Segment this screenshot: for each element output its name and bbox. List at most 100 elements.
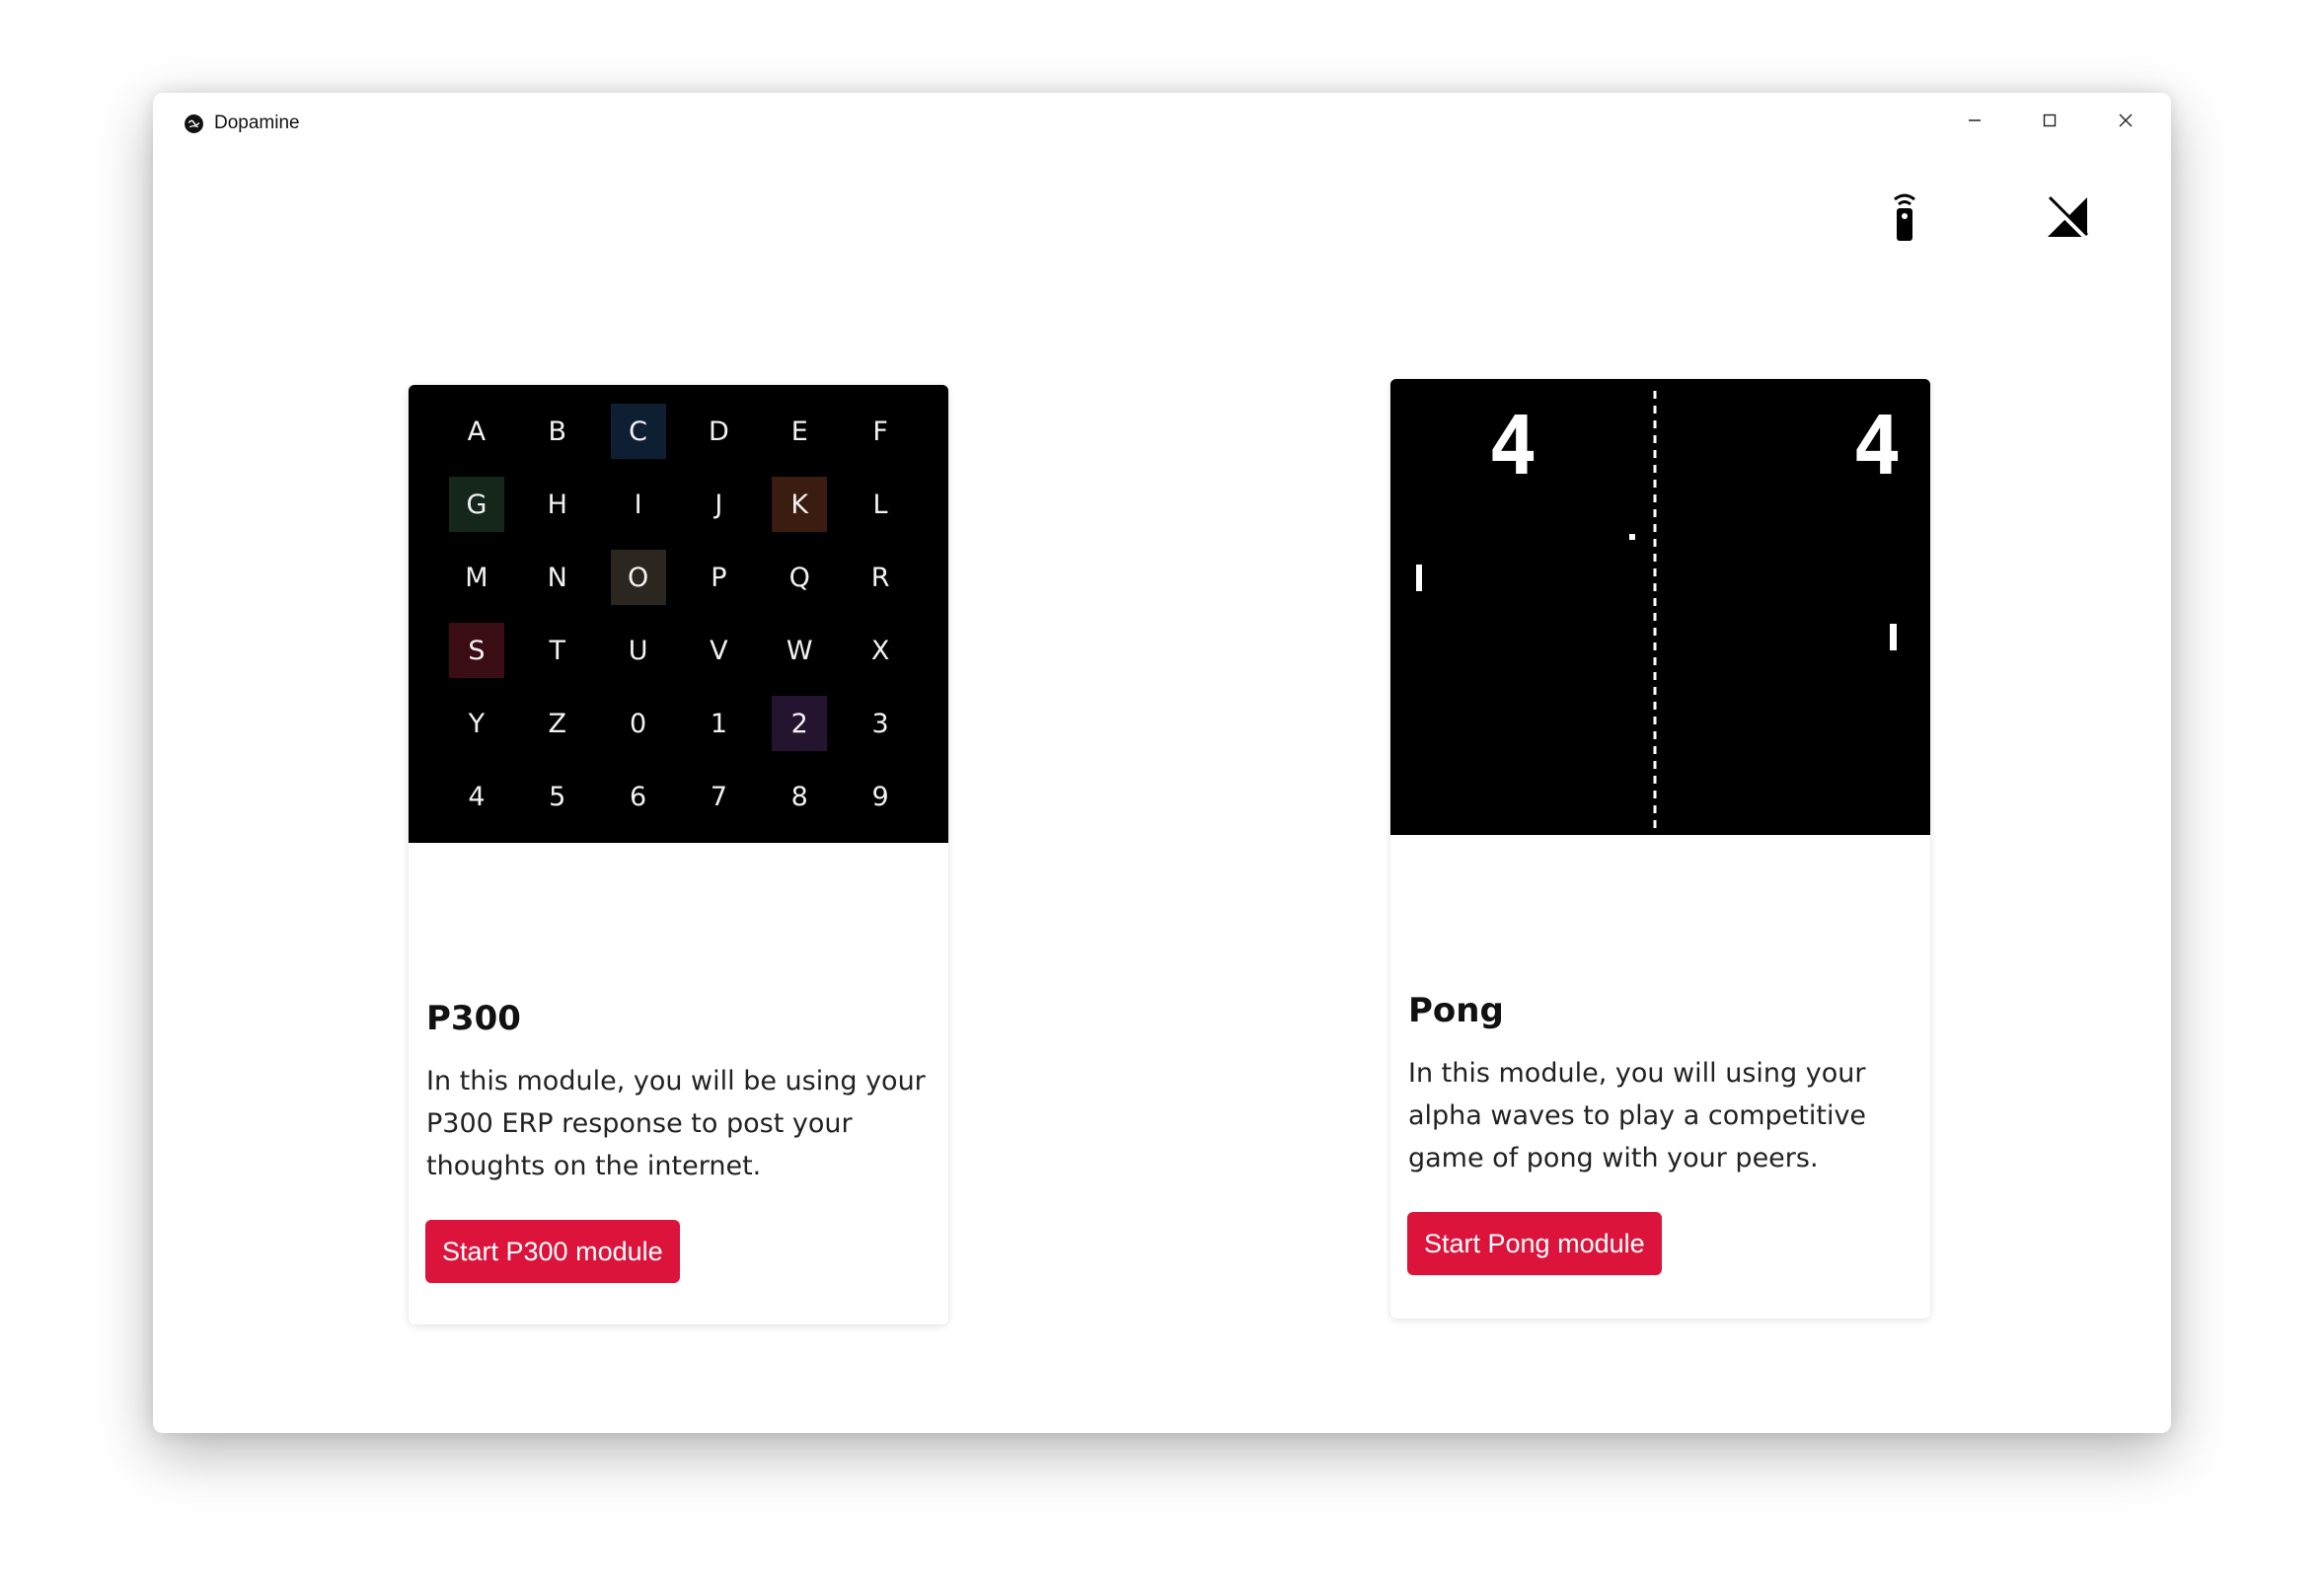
speller-cell-label: 6: [629, 781, 647, 812]
speller-cell-label: Z: [548, 708, 566, 739]
speller-cell: 7: [679, 760, 760, 833]
speller-cell-label: C: [610, 404, 666, 459]
close-button[interactable]: [2103, 105, 2148, 136]
maximize-button[interactable]: [2027, 105, 2072, 136]
speller-cell-label: F: [872, 416, 888, 447]
speller-cell-label: 3: [871, 708, 889, 739]
speller-cell: B: [517, 395, 598, 468]
speller-cell: A: [436, 395, 517, 468]
speller-cell: I: [598, 468, 679, 541]
speller-cell: Y: [436, 687, 517, 760]
speller-cell: S: [436, 614, 517, 687]
remote-control-icon: [1894, 193, 1915, 241]
pong-module-card: 4 4 Pong In this module, you will using …: [1390, 379, 1930, 1319]
p300-module-card: A B C D E F G H I J K L M N O P Q R S T U V W X Y Z 0 1 2 3 4 5 6 7 8 9 P30…: [409, 385, 948, 1324]
speller-cell-label: L: [872, 489, 888, 520]
speller-cell: G: [436, 468, 517, 541]
minimize-icon: [1969, 119, 1981, 121]
maximize-icon: [2043, 113, 2057, 127]
speller-cell: W: [759, 614, 840, 687]
speller-cell: 0: [598, 687, 679, 760]
speller-cell-label: T: [549, 635, 565, 666]
speller-cell: F: [840, 395, 921, 468]
speller-cell: V: [679, 614, 760, 687]
speller-cell: M: [436, 541, 517, 614]
speller-cell-label: R: [870, 562, 890, 593]
speller-cell: J: [679, 468, 760, 541]
speller-cell-label: G: [448, 477, 504, 532]
speller-cell: 6: [598, 760, 679, 833]
speller-cell-label: W: [786, 635, 813, 666]
speller-cell-label: D: [709, 416, 729, 447]
start-p300-button[interactable]: Start P300 module: [425, 1220, 680, 1283]
speller-cell-label: E: [790, 416, 808, 447]
speller-cell: R: [840, 541, 921, 614]
speller-cell-label: 7: [710, 781, 727, 812]
speller-cell-label: Q: [788, 562, 810, 593]
card-description: In this module, you will using your alph…: [1408, 1058, 1867, 1173]
speller-cell: Q: [759, 541, 840, 614]
card-title: P300: [426, 999, 521, 1038]
speller-cell-label: 1: [710, 708, 727, 739]
speller-cell-label: H: [547, 489, 567, 520]
speller-cell-label: Y: [468, 708, 486, 739]
speller-cell-label: A: [467, 416, 487, 447]
speller-cell: K: [759, 468, 840, 541]
speller-cell-label: U: [628, 635, 648, 666]
speller-cell-label: X: [870, 635, 890, 666]
speller-cell-label: J: [714, 489, 723, 520]
speller-cell: 4: [436, 760, 517, 833]
speller-cell-label: I: [634, 489, 642, 520]
speller-cell: L: [840, 468, 921, 541]
speller-cell: D: [679, 395, 760, 468]
close-icon: [2119, 113, 2133, 127]
speller-cell: X: [840, 614, 921, 687]
brain-icon: [185, 114, 203, 133]
speller-cell: C: [598, 395, 679, 468]
speller-cell-label: B: [548, 416, 566, 447]
remote-control-button[interactable]: [1875, 188, 1934, 247]
speller-cell-label: 4: [468, 781, 486, 812]
right-score: 4: [1852, 400, 1901, 493]
left-paddle: [1416, 565, 1422, 591]
speller-cell: 3: [840, 687, 921, 760]
speller-cell-label: 8: [790, 781, 808, 812]
speller-cell: 5: [517, 760, 598, 833]
pong-background: [1390, 379, 1930, 835]
pong-ball: [1629, 534, 1635, 540]
speller-cell-label: V: [710, 635, 728, 666]
speller-cell-label: 0: [629, 708, 647, 739]
speller-cell-label: P: [711, 562, 727, 593]
speller-cell-label: K: [772, 477, 828, 532]
speller-cell: Z: [517, 687, 598, 760]
card-description: In this module, you will be using your P…: [426, 1066, 926, 1181]
speller-cell: 2: [759, 687, 840, 760]
speller-cell-label: O: [610, 550, 666, 605]
signal-status-button[interactable]: [2038, 188, 2097, 247]
speller-cell-label: M: [465, 562, 488, 593]
speller-cell-label: 9: [871, 781, 889, 812]
window-title: Dopamine: [214, 113, 300, 133]
start-pong-button[interactable]: Start Pong module: [1407, 1212, 1662, 1275]
right-paddle: [1890, 624, 1897, 650]
title-bar: Dopamine: [153, 93, 2171, 162]
speller-cell: U: [598, 614, 679, 687]
speller-cell-label: N: [547, 562, 567, 593]
speller-cell: 8: [759, 760, 840, 833]
no-signal-icon: [2046, 195, 2089, 241]
speller-cell: P: [679, 541, 760, 614]
speller-cell-label: S: [448, 623, 504, 678]
speller-cell-label: 5: [549, 781, 566, 812]
speller-cell: E: [759, 395, 840, 468]
speller-cell: N: [517, 541, 598, 614]
minimize-button[interactable]: [1952, 105, 1997, 136]
card-title: Pong: [1408, 991, 1504, 1030]
left-score: 4: [1488, 400, 1537, 493]
speller-cell-label: 2: [772, 696, 828, 751]
speller-cell: T: [517, 614, 598, 687]
speller-cell: 9: [840, 760, 921, 833]
speller-cell: 1: [679, 687, 760, 760]
speller-cell: O: [598, 541, 679, 614]
p300-speller-grid: A B C D E F G H I J K L M N O P Q R S T U V W X Y Z 0 1 2 3 4 5 6 7 8 9: [409, 385, 948, 843]
speller-cell: H: [517, 468, 598, 541]
